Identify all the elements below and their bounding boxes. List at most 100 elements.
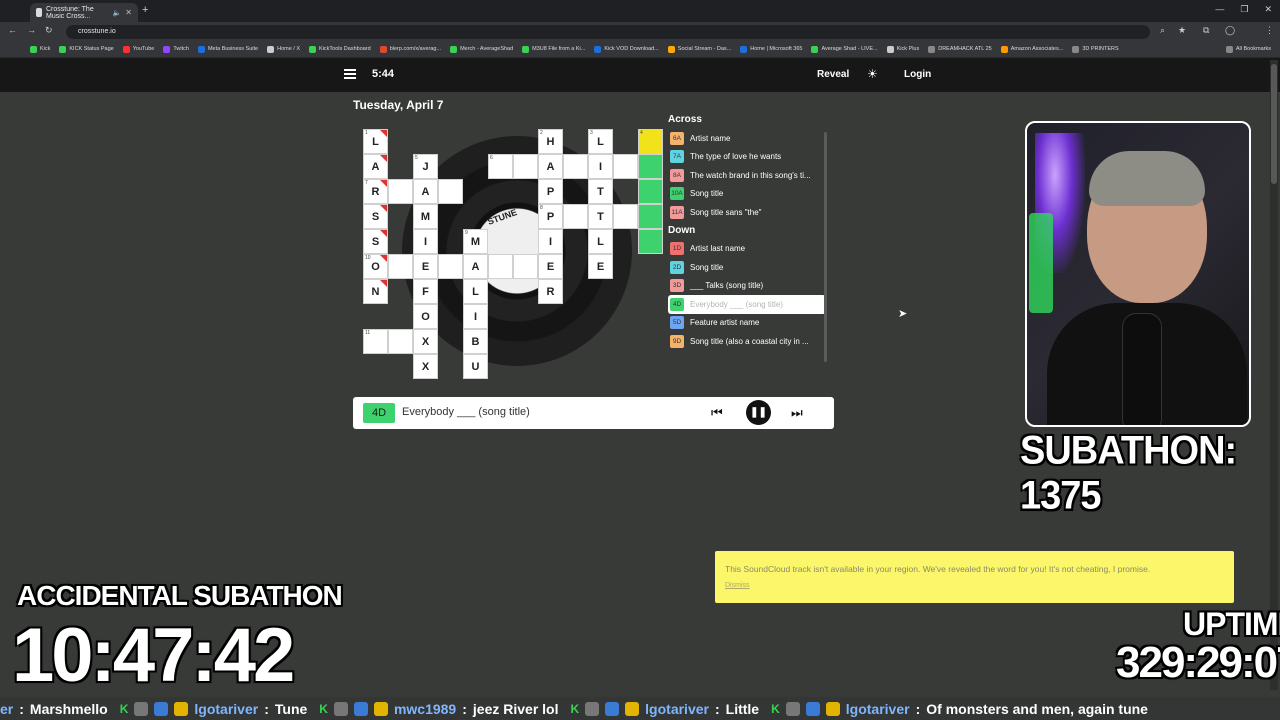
back-icon[interactable]: ←	[8, 25, 17, 35]
next-icon[interactable]: ⏭	[791, 405, 803, 421]
bookmark-item[interactable]: Average Shad - LIVE...	[811, 45, 878, 53]
crossword-cell[interactable]: I	[538, 229, 563, 254]
crossword-cell[interactable]: 1L	[363, 129, 388, 154]
crossword-cell[interactable]	[638, 229, 663, 254]
crossword-cell[interactable]: 7R	[363, 179, 388, 204]
crossword-cell[interactable]: S	[363, 229, 388, 254]
close-window-icon[interactable]: ✕	[1264, 4, 1272, 15]
bookmark-item[interactable]: M3U8 File from a Ki...	[522, 45, 585, 53]
bookmark-item[interactable]: Merch - AverageShad	[450, 45, 513, 53]
crossword-cell[interactable]: 6	[488, 154, 513, 179]
crossword-cell[interactable]: U	[463, 354, 488, 379]
zoom-icon[interactable]: ⌕	[1160, 25, 1165, 36]
new-tab-icon[interactable]: +	[142, 4, 148, 16]
clue-item-1d[interactable]: 1D Artist last name	[668, 240, 826, 259]
crossword-cell[interactable]: 9M	[463, 229, 488, 254]
bookmark-item[interactable]: KICK Status Page	[59, 45, 114, 53]
crossword-cell[interactable]	[388, 329, 413, 354]
crossword-cell[interactable]: E	[588, 254, 613, 279]
browser-tab[interactable]: Crosstune: The Music Cross... 🔈 ✕	[30, 3, 138, 22]
crossword-cell[interactable]	[388, 179, 413, 204]
clue-item-3d[interactable]: 3D ___ Talks (song title)	[668, 277, 826, 296]
crossword-cell[interactable]: A	[538, 154, 563, 179]
profile-icon[interactable]: ◯	[1225, 25, 1235, 36]
url-input[interactable]: crosstune.io	[66, 25, 1150, 39]
toast-dismiss-link[interactable]: Dismiss	[725, 582, 750, 589]
crossword-cell[interactable]	[613, 204, 638, 229]
bookmark-item[interactable]: Twitch	[163, 45, 189, 53]
crossword-cell[interactable]: X	[413, 329, 438, 354]
restore-icon[interactable]: ❐	[1240, 4, 1248, 15]
bookmark-star-icon[interactable]: ★	[1178, 25, 1186, 36]
bookmark-item[interactable]: DREAMHACK ATL 25	[928, 45, 992, 53]
crossword-cell[interactable]: B	[463, 329, 488, 354]
crossword-cell[interactable]: T	[588, 204, 613, 229]
hamburger-menu-icon[interactable]	[344, 69, 356, 79]
crossword-cell[interactable]: I	[413, 229, 438, 254]
crossword-cell[interactable]: 2H	[538, 129, 563, 154]
bookmark-item[interactable]: Home | Microsoft 365	[740, 45, 802, 53]
close-tab-icon[interactable]: ✕	[125, 8, 132, 17]
bookmark-item[interactable]: 3D PRINTERS	[1072, 45, 1119, 53]
crossword-cell[interactable]: A	[363, 154, 388, 179]
crossword-cell[interactable]: I	[588, 154, 613, 179]
bookmark-item[interactable]: YouTube	[122, 45, 154, 53]
crossword-cell[interactable]: A	[463, 254, 488, 279]
crossword-cell[interactable]: P	[538, 179, 563, 204]
bookmark-item[interactable]: Amazon Associates...	[1000, 45, 1063, 53]
minimize-icon[interactable]: —	[1215, 4, 1224, 15]
crossword-cell[interactable]	[563, 204, 588, 229]
crossword-cell[interactable]	[513, 254, 538, 279]
extensions-icon[interactable]: ⧉	[1203, 25, 1209, 36]
crossword-cell[interactable]	[563, 154, 588, 179]
crossword-cell[interactable]: L	[463, 279, 488, 304]
clue-item-11a[interactable]: 11A Song title sans "the"	[668, 203, 826, 222]
reload-icon[interactable]: ↻	[45, 25, 53, 36]
clue-item-5d[interactable]: 5D Feature artist name	[668, 314, 826, 333]
crossword-cell[interactable]	[613, 154, 638, 179]
reveal-button[interactable]: Reveal	[817, 69, 849, 80]
bookmark-item[interactable]: Meta Business Suite	[197, 45, 258, 53]
crossword-cell[interactable]: 5J	[413, 154, 438, 179]
crossword-cell[interactable]	[638, 204, 663, 229]
crossword-cell[interactable]: 11	[363, 329, 388, 354]
crossword-cell[interactable]	[488, 254, 513, 279]
crossword-cell[interactable]: F	[413, 279, 438, 304]
bookmark-item[interactable]: Kick VOD Download...	[594, 45, 659, 53]
clue-item-10a[interactable]: 10A Song title	[668, 185, 826, 204]
crossword-cell[interactable]: L	[588, 229, 613, 254]
crossword-cell[interactable]: M	[413, 204, 438, 229]
crossword-cell[interactable]	[438, 254, 463, 279]
clue-item-9d[interactable]: 9D Song title (also a coastal city in ...	[668, 332, 826, 351]
previous-icon[interactable]: ⏮	[711, 405, 723, 421]
crossword-cell[interactable]: T	[588, 179, 613, 204]
lightbulb-icon[interactable]: ☀	[867, 67, 878, 81]
clue-item-8a[interactable]: 8A The watch brand in this song's ti...	[668, 166, 826, 185]
crossword-cell[interactable]	[638, 154, 663, 179]
crossword-cell[interactable]: E	[413, 254, 438, 279]
crossword-cell[interactable]: R	[538, 279, 563, 304]
speaker-icon[interactable]: 🔈	[113, 9, 122, 17]
bookmark-item[interactable]: KickTools Dashboard	[309, 45, 371, 53]
login-button[interactable]: Login	[904, 69, 931, 80]
crossword-cell[interactable]: O	[413, 304, 438, 329]
bookmark-item[interactable]: All Bookmarks	[1225, 45, 1271, 53]
clue-item-7a[interactable]: 7A The type of love he wants	[668, 148, 826, 167]
page-scrollbar-thumb[interactable]	[1271, 64, 1277, 184]
crossword-cell[interactable]: 10 O	[363, 254, 388, 279]
crossword-cell[interactable]: I	[463, 304, 488, 329]
clue-scrollbar[interactable]	[824, 132, 827, 362]
crossword-cell[interactable]	[438, 179, 463, 204]
crossword-cell[interactable]: 8P	[538, 204, 563, 229]
clue-item-4d[interactable]: 4D Everybody ___ (song title)	[668, 295, 826, 314]
forward-icon[interactable]: →	[27, 25, 36, 35]
crossword-cell[interactable]: X	[413, 354, 438, 379]
bookmark-item[interactable]: Kick	[30, 45, 50, 53]
crossword-cell[interactable]: 4	[638, 129, 663, 154]
crossword-cell[interactable]	[638, 179, 663, 204]
crossword-cell[interactable]	[513, 154, 538, 179]
browser-menu-icon[interactable]: ⋮	[1265, 25, 1274, 36]
crossword-cell[interactable]: 3L	[588, 129, 613, 154]
bookmark-item[interactable]: Home / X	[267, 45, 300, 53]
pause-icon[interactable]: ❚❚	[746, 400, 771, 425]
